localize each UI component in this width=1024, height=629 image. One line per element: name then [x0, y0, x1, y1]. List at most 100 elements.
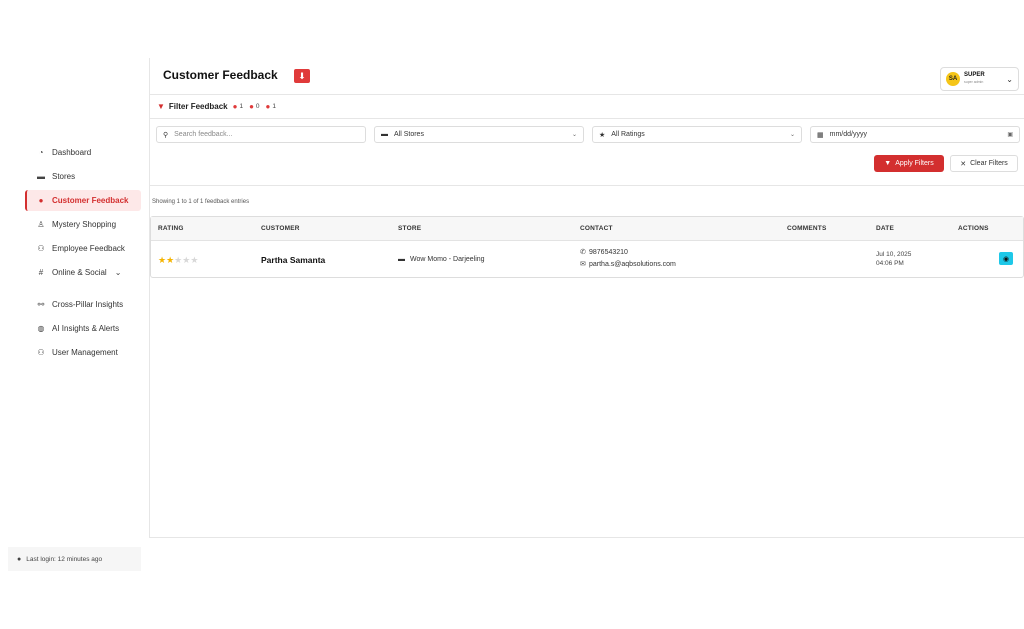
- calendar-picker-icon[interactable]: ▣: [1007, 131, 1013, 138]
- filter-title: Filter Feedback: [168, 102, 228, 111]
- user-meta: SUPER super admin: [964, 72, 985, 86]
- store-select-value: All Stores: [394, 131, 424, 138]
- sidebar-item-ai-insights[interactable]: ◍ AI Insights & Alerts: [25, 318, 141, 339]
- calendar-icon: ▦: [817, 131, 824, 139]
- rating-stars: ★★★★★: [158, 255, 198, 266]
- filter-header: ▼ Filter Feedback ● 1 ● 0 ● 1: [150, 95, 1024, 119]
- feedback-table: RATING CUSTOMER STORE CONTACT COMMENTS D…: [150, 216, 1024, 278]
- rating-select-value: All Ratings: [611, 131, 645, 138]
- negative-count-badge: ● 0: [249, 102, 260, 111]
- column-header[interactable]: CUSTOMER: [261, 225, 300, 232]
- page-header: Customer Feedback ⬇ SA SUPER super admin…: [150, 58, 1024, 95]
- close-icon: ✕: [960, 160, 967, 168]
- store-name: Wow Momo - Darjeeling: [410, 256, 485, 263]
- email-address: partha.s@aqbsolutions.com: [589, 261, 676, 268]
- last-login: ● Last login: 12 minutes ago: [8, 547, 141, 571]
- chevron-down-icon: ⌄: [1006, 74, 1013, 84]
- network-icon: ⚯: [37, 300, 45, 309]
- sidebar-nav: ◔ Dashboard ▬ Stores ● Customer Feedback…: [25, 142, 141, 366]
- table-row: ★★★★★ Partha Samanta ▬ Wow Momo - Darjee…: [151, 241, 1023, 279]
- sidebar-item-stores[interactable]: ▬ Stores: [25, 166, 141, 187]
- store-icon: ▬: [37, 172, 45, 181]
- last-login-text: Last login: 12 minutes ago: [26, 555, 103, 563]
- frown-icon: ●: [249, 102, 254, 111]
- sidebar: ◔ Dashboard ▬ Stores ● Customer Feedback…: [0, 58, 149, 571]
- time-value: 04:06 PM: [876, 260, 904, 267]
- brain-icon: ◍: [37, 324, 45, 333]
- envelope-icon: ✉: [580, 261, 586, 268]
- star-empty-icon: ★: [190, 255, 199, 265]
- store-cell: ▬ Wow Momo - Darjeeling: [398, 256, 485, 263]
- clear-filters-button[interactable]: ✕ Clear Filters: [950, 155, 1018, 172]
- sidebar-item-online-social[interactable]: # Online & Social ⌄: [25, 262, 141, 283]
- sidebar-item-label: AI Insights & Alerts: [52, 324, 120, 333]
- store-select[interactable]: ▬ All Stores ⌄: [374, 126, 584, 143]
- star-icon: ★: [599, 131, 606, 139]
- store-icon: ▬: [381, 131, 388, 138]
- comments-icon: ●: [232, 102, 238, 111]
- filter-icon: ▼: [884, 160, 892, 167]
- customer-name: Partha Samanta: [261, 255, 326, 265]
- phone-icon: ✆: [580, 249, 586, 256]
- dashboard-icon: ◔: [38, 148, 44, 157]
- sidebar-item-dashboard[interactable]: ◔ Dashboard: [25, 142, 141, 163]
- column-header[interactable]: RATING: [158, 225, 184, 232]
- sidebar-item-mystery-shopping[interactable]: ♙ Mystery Shopping: [25, 214, 141, 235]
- sidebar-item-label: Mystery Shopping: [52, 220, 117, 229]
- table-header: RATING CUSTOMER STORE CONTACT COMMENTS D…: [151, 217, 1023, 241]
- apply-filters-button[interactable]: ▼ Apply Filters: [874, 155, 944, 172]
- download-icon: ⬇: [298, 70, 306, 81]
- date-input[interactable]: ▦ mm/dd/yyyy ▣: [810, 126, 1020, 143]
- sidebar-item-label: Stores: [52, 172, 76, 181]
- user-role: super admin: [964, 80, 984, 84]
- sidebar-item-label: Customer Feedback: [52, 196, 129, 205]
- user-menu[interactable]: SA SUPER super admin ⌄: [940, 67, 1019, 91]
- search-input[interactable]: ⚲ Search feedback...: [156, 126, 366, 143]
- sidebar-item-label: User Management: [52, 348, 118, 357]
- sidebar-item-user-management[interactable]: ⚇ User Management: [25, 342, 141, 363]
- column-header[interactable]: ACTIONS: [958, 225, 989, 232]
- rating-select[interactable]: ★ All Ratings ⌄: [592, 126, 802, 143]
- sidebar-item-label: Dashboard: [52, 148, 92, 157]
- chevron-down-icon: ⌄: [789, 132, 795, 138]
- divider: [150, 185, 1024, 186]
- filter-icon: ▼: [157, 102, 165, 111]
- meh-icon: ●: [265, 102, 271, 111]
- clock-icon: ●: [17, 555, 22, 563]
- page-title: Customer Feedback: [163, 68, 278, 82]
- user-secret-icon: ♙: [37, 220, 45, 229]
- date-value: Jul 10, 2025: [876, 251, 912, 258]
- users-icon: ⚇: [37, 244, 45, 253]
- hashtag-icon: #: [38, 268, 44, 277]
- store-icon: ▬: [398, 256, 405, 263]
- neutral-count-badge: ● 1: [265, 102, 277, 111]
- search-icon: ⚲: [163, 131, 169, 139]
- sidebar-item-customer-feedback[interactable]: ● Customer Feedback: [25, 190, 141, 211]
- chevron-down-icon: ⌄: [571, 132, 577, 138]
- sidebar-item-cross-pillar-insights[interactable]: ⚯ Cross-Pillar Insights: [25, 294, 141, 315]
- filter-inputs: ⚲ Search feedback... ▬ All Stores ⌄ ★ Al…: [156, 126, 1020, 144]
- date-cell: Jul 10, 2025 04:06 PM: [876, 250, 911, 268]
- sidebar-item-employee-feedback[interactable]: ⚇ Employee Feedback: [25, 238, 141, 259]
- users-cog-icon: ⚇: [37, 348, 45, 357]
- avatar: SA: [946, 72, 960, 86]
- feedback-count-badge: ● 1: [232, 102, 244, 111]
- sidebar-item-label: Cross-Pillar Insights: [52, 300, 124, 309]
- user-name: SUPER: [964, 72, 985, 78]
- eye-icon: ◉: [1002, 255, 1010, 263]
- star-filled-icon: ★: [166, 255, 175, 265]
- column-header[interactable]: CONTACT: [580, 225, 613, 232]
- phone-number: 9876543210: [589, 249, 628, 256]
- column-header[interactable]: DATE: [876, 225, 894, 232]
- column-header[interactable]: COMMENTS: [787, 225, 827, 232]
- view-button[interactable]: ◉: [999, 252, 1013, 265]
- sidebar-item-label: Employee Feedback: [52, 244, 125, 253]
- chevron-down-icon: ⌄: [114, 268, 122, 277]
- comments-icon: ●: [38, 196, 44, 205]
- export-button[interactable]: ⬇: [294, 69, 310, 83]
- column-header[interactable]: STORE: [398, 225, 421, 232]
- date-placeholder: mm/dd/yyyy: [829, 131, 867, 138]
- contact-cell: ✆ 9876543210 ✉ partha.s@aqbsolutions.com: [580, 247, 676, 271]
- pagination-summary: Showing 1 to 1 of 1 feedback entries: [152, 199, 250, 205]
- search-placeholder: Search feedback...: [174, 131, 233, 138]
